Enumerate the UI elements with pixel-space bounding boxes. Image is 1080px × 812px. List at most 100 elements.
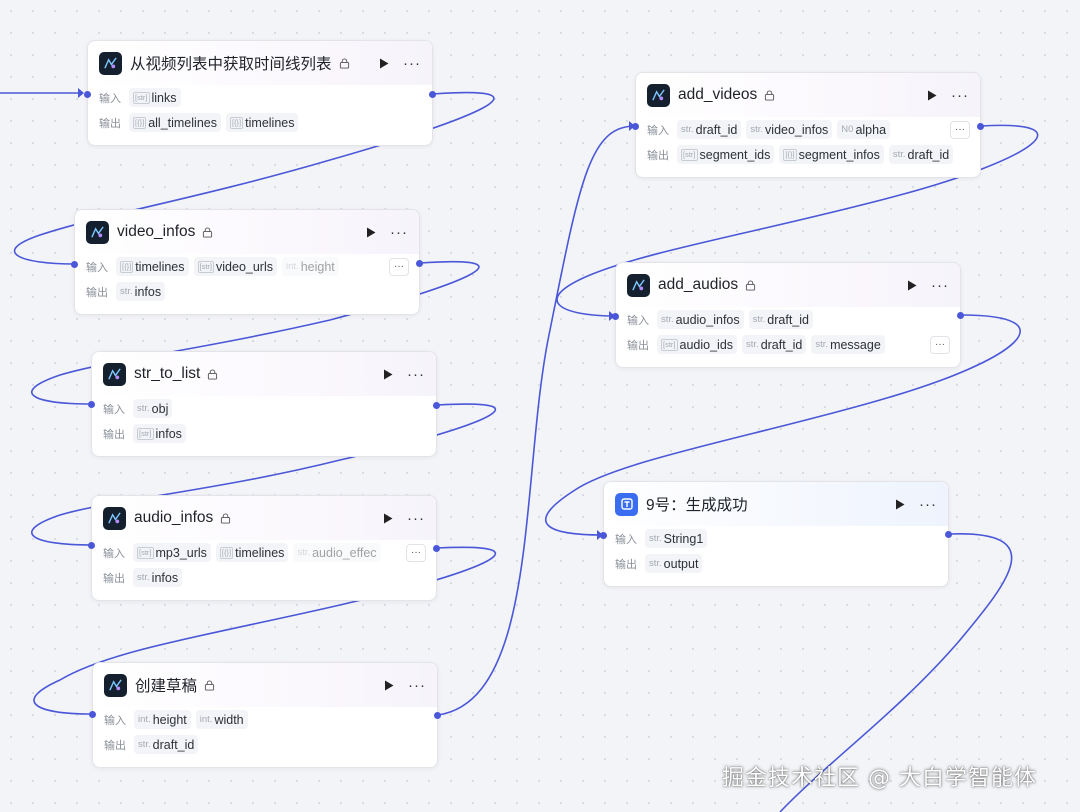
inputs-row: 输入 str. String1 (604, 526, 948, 551)
param-video-urls[interactable]: [str] video_urls (193, 257, 277, 276)
inputs-row: 输入 str. audio_infos str. draft_id (616, 307, 960, 332)
node-add-videos[interactable]: add_videos ··· 输入 str. draft_id str. video… (632, 72, 984, 178)
input-port[interactable] (632, 123, 639, 130)
param-output[interactable]: str. output (645, 554, 703, 573)
param-audio-effect[interactable]: str. audio_effec (293, 543, 381, 562)
param-audio-infos[interactable]: str. audio_infos (657, 310, 744, 329)
param-draft-id[interactable]: str. draft_id (677, 120, 742, 139)
node-timeline[interactable]: 从视频列表中获取时间线列表 ··· 输入 [str] links 输出 [{}] a… (84, 40, 436, 146)
param-message[interactable]: str. message (811, 335, 885, 354)
param-segment-ids[interactable]: [str] segment_ids (677, 145, 775, 164)
param-all-timelines[interactable]: [{}] all_timelines (129, 113, 221, 132)
more-params-button[interactable]: ··· (930, 335, 950, 354)
lock-icon (220, 512, 231, 524)
input-port[interactable] (89, 711, 96, 718)
param-height[interactable]: int. height (134, 710, 191, 729)
lock-icon (764, 89, 775, 101)
input-port[interactable] (88, 401, 95, 408)
node-audio-infos[interactable]: audio_infos ··· 输入 [str] mp3_urls [{}] tim… (88, 495, 440, 601)
param-draft-id-out[interactable]: str. draft_id (742, 335, 807, 354)
param-string1[interactable]: str. String1 (645, 529, 708, 548)
more-menu-icon[interactable]: ··· (918, 494, 938, 514)
input-port[interactable] (88, 542, 95, 549)
more-menu-icon[interactable]: ··· (407, 675, 427, 695)
input-port[interactable] (71, 261, 78, 268)
output-port[interactable] (957, 312, 964, 319)
output-port[interactable] (433, 545, 440, 552)
run-icon[interactable] (379, 675, 399, 695)
node-title: str_to_list (134, 365, 201, 382)
plugin-icon (86, 220, 109, 244)
output-port[interactable] (433, 402, 440, 409)
run-icon[interactable] (890, 494, 910, 514)
outputs-row: 输出 [str] segment_ids [{}] segment_infos st… (636, 142, 980, 167)
more-menu-icon[interactable]: ··· (406, 364, 426, 384)
more-menu-icon[interactable]: ··· (389, 222, 409, 242)
output-port[interactable] (429, 91, 436, 98)
outputs-row: 输出 [str] infos (92, 421, 436, 446)
node-title: video_infos (117, 223, 196, 240)
node-video-infos[interactable]: video_infos ··· 输入 [{}] timelines [str] vi… (71, 209, 423, 315)
output-port[interactable] (416, 260, 423, 267)
node-title: add_audios (658, 276, 739, 293)
param-segment-infos[interactable]: [{}] segment_infos (779, 145, 884, 164)
inputs-row: 输入 int. height int. width (93, 707, 437, 732)
param-video-infos[interactable]: str. video_infos (746, 120, 833, 139)
more-menu-icon[interactable]: ··· (930, 275, 950, 295)
param-height[interactable]: int. height (282, 257, 339, 276)
param-links[interactable]: [str] links (129, 88, 181, 107)
input-port[interactable] (600, 532, 607, 539)
input-port[interactable] (612, 313, 619, 320)
run-icon[interactable] (922, 85, 942, 105)
more-params-button[interactable]: ··· (406, 543, 426, 562)
lock-icon (204, 679, 215, 691)
output-port[interactable] (434, 712, 441, 719)
outputs-row: 输出 str. infos (75, 279, 419, 304)
run-icon[interactable] (361, 222, 381, 242)
node-add-audios[interactable]: add_audios ··· 输入 str. audio_infos str. dr… (612, 262, 964, 368)
outputs-row: 输出 [str] audio_ids str. draft_id str. messa… (616, 332, 960, 357)
param-width[interactable]: int. width (195, 710, 248, 729)
node-title: audio_infos (134, 509, 214, 526)
watermark: 掘金技术社区 @ 大白学智能体 (722, 766, 1037, 791)
edge-create-draft-to-add-videos (437, 125, 636, 716)
plugin-icon (647, 83, 670, 107)
param-obj[interactable]: str. obj (133, 399, 173, 418)
inputs-row: 输入 str. draft_id str. video_infos N0 alpha … (636, 117, 980, 142)
more-params-button[interactable]: ··· (950, 120, 970, 139)
output-port[interactable] (945, 531, 952, 538)
param-timelines[interactable]: [{}] timelines (116, 257, 189, 276)
param-infos[interactable]: [str] infos (133, 424, 186, 443)
plugin-icon (103, 362, 126, 386)
param-infos[interactable]: str. infos (133, 568, 183, 587)
node-create-draft[interactable]: 创建草稿 ··· 输入 int. height int. width 输出 str.… (89, 662, 441, 768)
text-node-icon (615, 492, 638, 516)
param-mp3-urls[interactable]: [str] mp3_urls (133, 543, 211, 562)
more-menu-icon[interactable]: ··· (406, 508, 426, 528)
outputs-row: 输出 str. output (604, 551, 948, 576)
param-draft-id-out[interactable]: str. draft_id (888, 145, 954, 164)
inputs-row: 输入 str. obj (92, 396, 436, 421)
node-str-to-list[interactable]: str_to_list ··· 输入 str. obj 输出 [str] infos (88, 351, 440, 457)
node-title: 从视频列表中获取时间线列表 (130, 56, 332, 73)
node-text-output[interactable]: 9号：生成成功 ··· 输入 str. String1 输出 str. output (600, 481, 952, 587)
more-menu-icon[interactable]: ··· (950, 85, 970, 105)
param-audio-ids[interactable]: [str] audio_ids (657, 335, 738, 354)
output-port[interactable] (977, 123, 984, 130)
input-port[interactable] (84, 91, 91, 98)
run-icon[interactable] (378, 364, 398, 384)
param-timelines[interactable]: [{}] timelines (215, 543, 289, 562)
more-menu-icon[interactable]: ··· (402, 53, 422, 73)
inputs-row: 输入 [str] links (88, 85, 432, 110)
param-timelines[interactable]: [{}] timelines (225, 113, 299, 132)
run-icon[interactable] (902, 275, 922, 295)
param-draft-id[interactable]: str. draft_id (748, 310, 813, 329)
run-icon[interactable] (374, 53, 394, 73)
run-icon[interactable] (378, 508, 398, 528)
param-draft-id[interactable]: str. draft_id (134, 735, 199, 754)
param-infos[interactable]: str. infos (116, 282, 166, 301)
more-params-button[interactable]: ··· (389, 257, 409, 276)
inputs-row: 输入 [str] mp3_urls [{}] timelines str. audio… (92, 540, 436, 565)
lock-icon (202, 226, 213, 238)
param-alpha[interactable]: N0 alpha (837, 120, 891, 139)
